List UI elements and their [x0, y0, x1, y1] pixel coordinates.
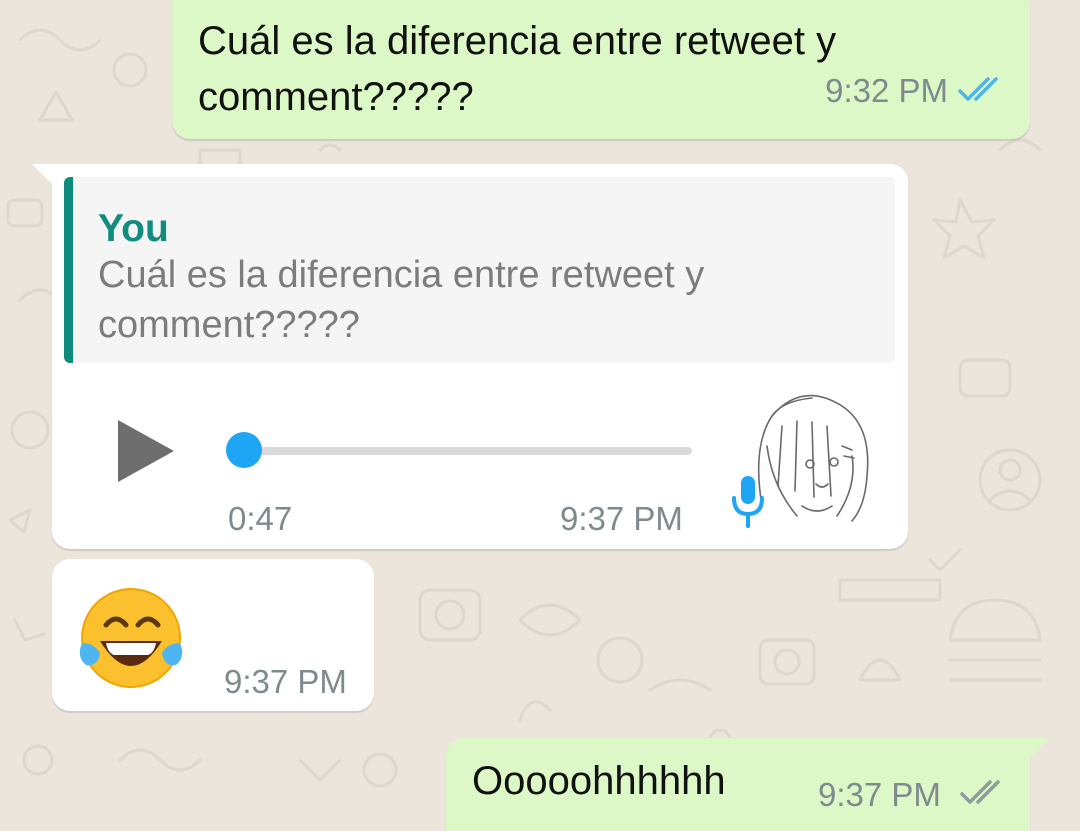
quoted-text: Cuál es la diferencia entre retweet y co…	[98, 254, 705, 346]
message-bubble-incoming[interactable]: You Cuál es la diferencia entre retweet …	[32, 164, 908, 549]
quoted-message[interactable]: You Cuál es la diferencia entre retweet …	[64, 177, 895, 363]
microphone-icon	[732, 476, 764, 528]
audio-seek-bar[interactable]	[242, 447, 692, 455]
message-time: 9:37 PM	[224, 663, 347, 700]
quoted-author: You	[98, 207, 169, 250]
audio-seek-handle[interactable]	[226, 432, 262, 468]
bubble-tail	[32, 164, 56, 188]
message-time: 9:32 PM	[825, 72, 948, 109]
audio-duration: 0:47	[228, 500, 293, 537]
message-bubble-outgoing[interactable]: Cuál es la diferencia entre retweet y co…	[172, 0, 1030, 139]
double-check-icon	[960, 780, 1000, 804]
double-check-icon	[958, 77, 998, 101]
face-with-tears-of-joy-emoji	[79, 588, 183, 688]
bubble-tail	[1026, 738, 1050, 762]
chat-view[interactable]: Cuál es la diferencia entre retweet y co…	[0, 0, 1080, 831]
play-icon[interactable]	[118, 420, 174, 482]
message-time: 9:37 PM	[560, 500, 683, 537]
message-text: Ooooohhhhhh	[472, 759, 726, 803]
message-bubble-incoming[interactable]: 9:37 PM	[52, 559, 374, 711]
message-time: 9:37 PM	[818, 776, 941, 813]
message-bubble-outgoing[interactable]: Ooooohhhhhh 9:37 PM	[446, 738, 1050, 831]
